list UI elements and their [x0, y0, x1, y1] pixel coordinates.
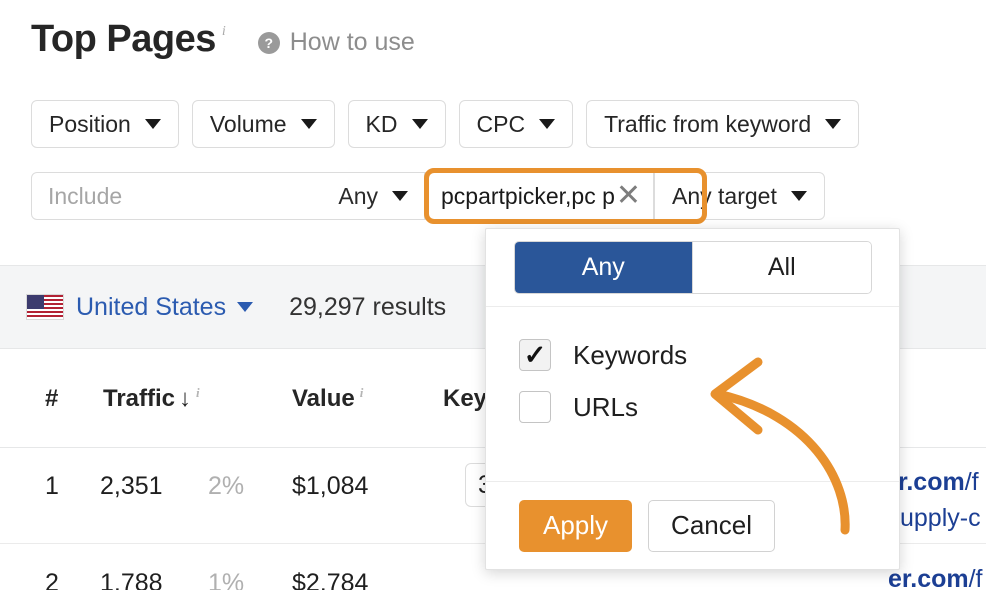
cell-number: 2 [45, 569, 59, 590]
country-label: United States [76, 293, 226, 322]
url-domain: r.com [898, 468, 965, 496]
chevron-down-icon [412, 119, 428, 129]
country-select[interactable]: United States [26, 293, 253, 322]
include-field[interactable]: Include Any [31, 172, 425, 220]
cell-url-link[interactable]: er.com/f [888, 565, 983, 590]
page-header: Top Pages i ? How to use [31, 14, 415, 64]
chevron-down-icon [237, 302, 253, 312]
chevron-down-icon [539, 119, 555, 129]
filter-chip-position[interactable]: Position [31, 100, 179, 148]
cell-value: $1,084 [292, 472, 368, 501]
filter-chip-label: KD [366, 111, 398, 138]
close-icon[interactable]: ✕ [616, 181, 641, 211]
chevron-down-icon [392, 191, 408, 201]
filter-chip-label: Volume [210, 111, 287, 138]
query-input-value: pcpartpicker,pc p [441, 183, 614, 210]
info-icon[interactable]: i [360, 385, 364, 401]
option-keywords[interactable]: ✓ Keywords [519, 329, 899, 381]
sort-desc-icon: ↓ [179, 385, 191, 413]
page-title-info-icon[interactable]: i [222, 24, 226, 40]
cell-number: 1 [45, 472, 59, 501]
cell-traffic-percent: 2% [208, 472, 244, 501]
include-placeholder: Include [48, 183, 338, 210]
filter-chip-traffic-from-keyword[interactable]: Traffic from keyword [586, 100, 859, 148]
cell-traffic: 2,351 [100, 472, 163, 501]
filter-chip-cpc[interactable]: CPC [459, 100, 574, 148]
column-header-number: # [45, 385, 58, 413]
url-domain: er.com [888, 565, 969, 590]
url-path: /f [965, 468, 979, 496]
column-header-value-label: Value [292, 385, 355, 413]
question-circle-icon: ? [258, 32, 280, 54]
cell-url-link[interactable]: r.com/f [898, 468, 979, 497]
filter-chips: Position Volume KD CPC Traffic from keyw… [31, 100, 859, 148]
target-label: Any target [672, 183, 777, 210]
filter-chip-label: Traffic from keyword [604, 111, 811, 138]
chevron-down-icon [301, 119, 317, 129]
page-title: Top Pages [31, 14, 216, 64]
how-to-use-link[interactable]: ? How to use [258, 28, 415, 57]
url-path: /f [969, 565, 983, 590]
cell-traffic-percent: 1% [208, 569, 244, 590]
option-keywords-label: Keywords [573, 340, 687, 371]
option-urls[interactable]: URLs [519, 381, 899, 433]
filter-chip-label: Position [49, 111, 131, 138]
column-header-keywords[interactable]: Key [443, 385, 487, 413]
check-icon: ✓ [524, 342, 547, 369]
column-header-traffic[interactable]: Traffic ↓ i [103, 385, 200, 413]
filter-chip-volume[interactable]: Volume [192, 100, 335, 148]
how-to-use-label: How to use [290, 28, 415, 57]
match-mode-select[interactable]: Any [338, 183, 408, 210]
results-count: 29,297 results [289, 293, 446, 322]
match-mode-dropdown-panel: Any All ✓ Keywords URLs Apply Cancel [485, 228, 900, 570]
checkbox-urls[interactable] [519, 391, 551, 423]
option-urls-label: URLs [573, 392, 638, 423]
segment-any[interactable]: Any [515, 242, 693, 293]
filter-chip-kd[interactable]: KD [348, 100, 446, 148]
query-input-wrapper[interactable]: pcpartpicker,pc p ✕ [425, 172, 654, 220]
column-header-value[interactable]: Value i [292, 385, 363, 413]
info-icon[interactable]: i [196, 385, 200, 401]
column-header-traffic-label: Traffic [103, 385, 175, 413]
checkbox-keywords[interactable]: ✓ [519, 339, 551, 371]
segmented-control: Any All [486, 229, 899, 307]
app-root: Top Pages i ? How to use Position Volume… [0, 0, 986, 590]
us-flag-icon [26, 294, 64, 320]
cell-url-link-line2[interactable]: upply-c [900, 504, 981, 533]
chevron-down-icon [145, 119, 161, 129]
chevron-down-icon [825, 119, 841, 129]
option-list: ✓ Keywords URLs [486, 307, 899, 433]
match-mode-value: Any [338, 183, 378, 210]
segment-all[interactable]: All [692, 242, 871, 293]
apply-button[interactable]: Apply [519, 500, 632, 552]
target-select[interactable]: Any target [654, 172, 825, 220]
chevron-down-icon [791, 191, 807, 201]
include-filter-row: Include Any pcpartpicker,pc p ✕ Any targ… [31, 172, 825, 220]
filter-chip-label: CPC [477, 111, 526, 138]
cell-value: $2,784 [292, 569, 368, 590]
cell-traffic: 1,788 [100, 569, 163, 590]
cancel-button[interactable]: Cancel [648, 500, 775, 552]
panel-actions: Apply Cancel [486, 481, 899, 569]
